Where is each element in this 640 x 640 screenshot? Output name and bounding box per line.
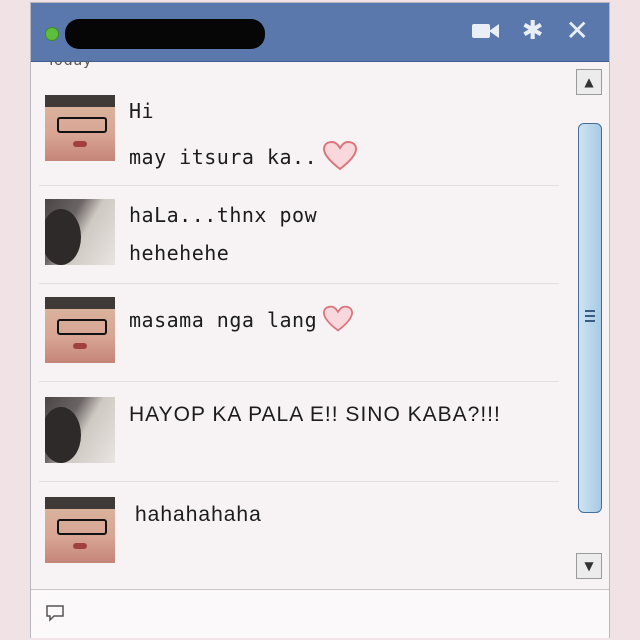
heart-icon [323, 305, 354, 338]
scrollbar-thumb[interactable] [578, 123, 602, 513]
message-line: masama nga lang [129, 305, 354, 338]
scroll-up-button[interactable]: ▲ [576, 69, 602, 95]
message-text: masama nga lang [129, 308, 318, 332]
message-group: HAYOP KA PALA E!! SINO KABA?!!! [39, 381, 559, 482]
day-label: Today [47, 61, 93, 69]
redacted-contact-name [65, 19, 265, 49]
message-text: hehehehe [129, 241, 230, 265]
message-group: Hi may itsura ka.. [39, 81, 559, 186]
message-text: hahahahaha [135, 503, 262, 526]
video-camera-icon[interactable] [471, 20, 500, 42]
chat-window: ✱ ✕ Today Hi may itsura ka.. haLa...thnx… [30, 2, 610, 638]
emoticon-icon[interactable] [45, 604, 65, 622]
gear-icon[interactable]: ✱ [522, 18, 544, 44]
avatar[interactable] [45, 95, 115, 161]
message-text: may itsura ka.. [129, 145, 318, 169]
message-text: HAYOP KA PALA E!! SINO KABA?!!! [129, 403, 501, 426]
message-line: may itsura ka.. [129, 140, 358, 176]
avatar[interactable] [45, 397, 115, 463]
heart-icon [323, 140, 358, 176]
avatar[interactable] [45, 297, 115, 363]
scroll-down-button[interactable]: ▼ [576, 553, 602, 579]
online-status-icon [45, 27, 59, 41]
message-group: masama nga lang [39, 283, 559, 382]
conversation-pane: Today Hi may itsura ka.. haLa...thnx pow… [31, 61, 575, 583]
avatar[interactable] [45, 199, 115, 265]
message-text: haLa...thnx pow [129, 203, 318, 227]
message-group: hahahahaha [39, 481, 559, 581]
message-input-area[interactable] [31, 589, 609, 638]
scrollbar[interactable]: ▲ ▼ [576, 65, 606, 585]
avatar[interactable] [45, 497, 115, 563]
close-icon[interactable]: ✕ [566, 17, 589, 45]
message-text: Hi [129, 99, 155, 123]
chat-titlebar[interactable]: ✱ ✕ [31, 3, 609, 62]
message-group: haLa...thnx pow hehehehe [39, 185, 559, 284]
